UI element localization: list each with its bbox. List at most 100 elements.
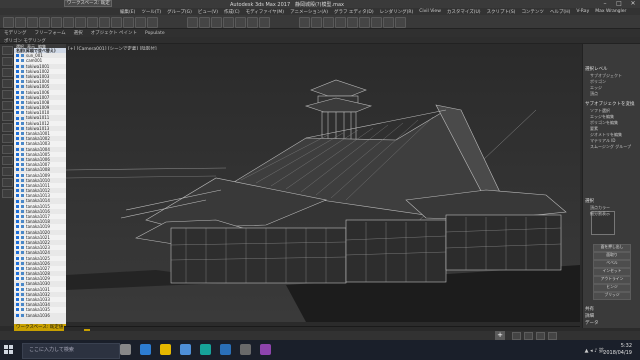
filter-tool-icon[interactable] (2, 145, 13, 154)
visibility-icon[interactable] (16, 251, 19, 255)
visibility-icon[interactable] (16, 158, 19, 162)
link-icon[interactable] (27, 17, 38, 28)
angle-snap-icon[interactable] (223, 17, 234, 28)
filter-tool-icon[interactable] (2, 79, 13, 88)
bind-icon[interactable] (51, 17, 62, 28)
select-icon[interactable] (75, 17, 86, 28)
visibility-icon[interactable] (16, 277, 19, 281)
rollout-option[interactable]: 細分割表示 (590, 211, 610, 217)
filter-tool-icon[interactable] (2, 156, 13, 165)
visibility-icon[interactable] (16, 132, 19, 136)
menu-item[interactable]: カスタマイズ(U) (447, 9, 481, 15)
filter-tool-icon[interactable] (2, 189, 13, 198)
menu-item[interactable]: コンテンツ (521, 9, 544, 15)
visibility-icon[interactable] (16, 266, 19, 270)
visibility-icon[interactable] (16, 246, 19, 250)
visibility-icon[interactable] (16, 137, 19, 141)
visibility-icon[interactable] (16, 241, 19, 245)
layer-icon[interactable] (323, 17, 334, 28)
visibility-icon[interactable] (16, 116, 19, 120)
graph-icon[interactable] (335, 17, 346, 28)
visibility-icon[interactable] (16, 59, 19, 63)
visibility-icon[interactable] (16, 230, 19, 234)
visibility-icon[interactable] (16, 168, 19, 172)
visibility-icon[interactable] (16, 261, 19, 265)
rollout-header[interactable]: 共有 (585, 306, 594, 312)
rollout-header[interactable]: データ (585, 320, 599, 326)
close-icon[interactable]: ✕ (626, 0, 640, 8)
menu-item[interactable]: V-Ray (576, 9, 589, 14)
minimize-icon[interactable]: – (598, 0, 612, 8)
menu-item[interactable]: グラフ エディタ(D) (334, 9, 374, 15)
select-filter-icon[interactable] (63, 17, 74, 28)
visibility-icon[interactable] (16, 121, 19, 125)
scene-list-item[interactable]: tanaka1036 (14, 313, 66, 318)
ribbon-tab[interactable]: Populate (145, 31, 165, 36)
menu-item[interactable]: ヘルプ(H) (550, 9, 570, 15)
visibility-icon[interactable] (16, 147, 19, 151)
menu-item[interactable]: ビュー(V) (198, 9, 218, 15)
visibility-icon[interactable] (16, 199, 19, 203)
visibility-icon[interactable] (16, 204, 19, 208)
visibility-icon[interactable] (16, 173, 19, 177)
render-setup-icon[interactable] (371, 17, 382, 28)
filter-tool-icon[interactable] (2, 46, 13, 55)
camera-viewport[interactable] (66, 50, 580, 322)
workspace-selector[interactable]: ワークスペース: 既定 (64, 0, 112, 7)
visibility-icon[interactable] (16, 69, 19, 73)
ribbon-tab[interactable]: オブジェクト ペイント (91, 30, 137, 36)
visibility-icon[interactable] (16, 272, 19, 276)
visibility-icon[interactable] (16, 225, 19, 229)
rotate-icon[interactable] (135, 17, 146, 28)
menu-item[interactable]: アニメーション(A) (290, 9, 328, 15)
filter-tool-icon[interactable] (2, 167, 13, 176)
rollout-option[interactable]: 頂点 (590, 91, 598, 97)
schematic-icon[interactable] (347, 17, 358, 28)
visibility-icon[interactable] (16, 95, 19, 99)
visibility-icon[interactable] (16, 256, 19, 260)
photoshop-icon[interactable] (220, 344, 231, 355)
add-key-button[interactable]: + (495, 331, 505, 340)
edit-button[interactable]: アウトライン (593, 276, 631, 284)
select-by-name-icon[interactable] (87, 17, 98, 28)
visibility-icon[interactable] (16, 90, 19, 94)
menu-item[interactable]: ツール(T) (141, 9, 161, 15)
ribbon-tab[interactable]: フリーフォーム (35, 30, 66, 36)
edit-button[interactable]: インセット (593, 268, 631, 276)
visibility-icon[interactable] (16, 100, 19, 104)
maximize-icon[interactable]: □ (612, 0, 626, 8)
scale-icon[interactable] (147, 17, 158, 28)
ref-coord-icon[interactable] (187, 17, 198, 28)
visibility-icon[interactable] (16, 142, 19, 146)
visibility-icon[interactable] (16, 178, 19, 182)
workspace-footer[interactable]: ワークスペース: 既定値 (14, 324, 66, 331)
end-frame-icon[interactable] (548, 332, 557, 340)
unlink-icon[interactable] (39, 17, 50, 28)
visibility-icon[interactable] (16, 54, 19, 58)
visibility-icon[interactable] (16, 194, 19, 198)
visibility-icon[interactable] (16, 106, 19, 110)
menu-item[interactable]: Max Wrangler (595, 9, 626, 14)
next-frame-icon[interactable] (536, 332, 545, 340)
visibility-icon[interactable] (16, 235, 19, 239)
visibility-icon[interactable] (16, 75, 19, 79)
ribbon-tab[interactable]: 選択 (74, 30, 83, 36)
visibility-icon[interactable] (16, 111, 19, 115)
visibility-icon[interactable] (16, 215, 19, 219)
menu-item[interactable]: 作成(C) (224, 9, 240, 15)
menu-item[interactable]: スクリプト(S) (487, 9, 516, 15)
system-tray[interactable]: ▲ ◂ ♪ 拡 (585, 347, 604, 354)
visibility-icon[interactable] (16, 308, 19, 312)
filter-tool-icon[interactable] (2, 178, 13, 187)
rollout-header[interactable]: 選択 (585, 198, 594, 204)
edit-button[interactable]: 面を押し出し (593, 244, 631, 252)
play-icon[interactable] (524, 332, 533, 340)
visibility-icon[interactable] (16, 189, 19, 193)
menu-item[interactable]: モディファイヤ(M) (246, 9, 284, 15)
visibility-icon[interactable] (16, 292, 19, 296)
align-icon[interactable] (311, 17, 322, 28)
windows-start-icon[interactable] (4, 345, 14, 355)
filter-tool-icon[interactable] (2, 101, 13, 110)
visibility-icon[interactable] (16, 298, 19, 302)
mirror-icon[interactable] (299, 17, 310, 28)
